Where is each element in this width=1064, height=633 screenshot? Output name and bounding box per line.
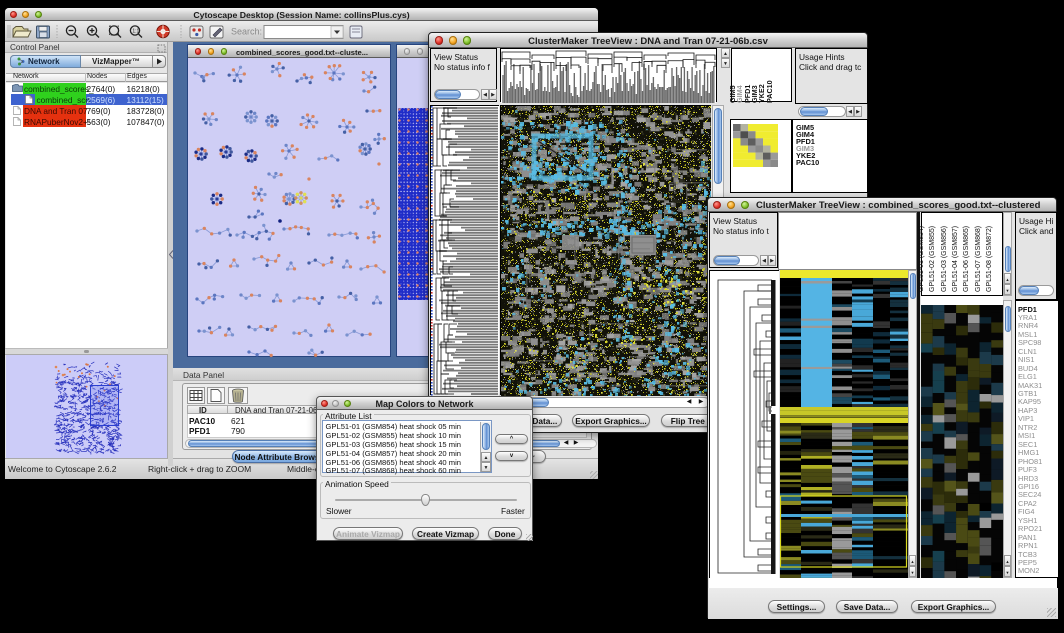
svg-text:Search:: Search: [231, 27, 262, 37]
svg-text:1:1: 1:1 [132, 29, 139, 35]
